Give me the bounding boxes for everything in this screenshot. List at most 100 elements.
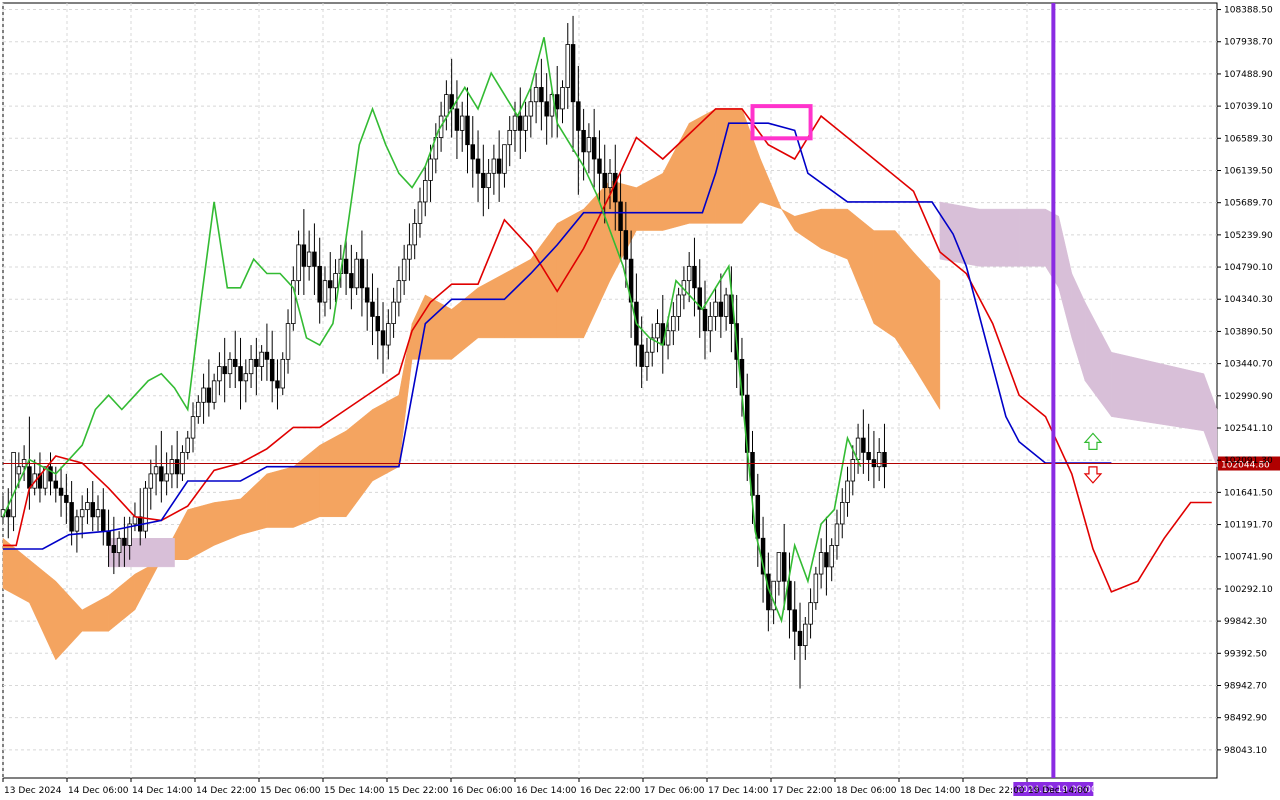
candle-down [576,101,581,131]
candle-down [343,258,349,274]
candle-down [275,380,280,389]
x-tick-label: 17 Dec 06:00 [644,786,705,796]
candle-up [428,158,433,181]
x-tick-label: 16 Dec 22:00 [580,786,641,796]
candle-down [301,244,307,267]
candle-down [269,358,275,382]
candle-up [813,573,819,604]
candle-up [396,280,402,303]
candle-up [507,129,512,146]
chart: 102044.802024.12.19 08:00 108388.5010793… [0,2,1280,796]
candle-down [328,280,333,289]
candle-down [254,358,259,367]
candle-up [839,502,845,525]
y-tick-label: 100292.10 [1224,585,1273,595]
candle-down [264,351,270,360]
candle-up [486,172,491,189]
candle-down [53,480,59,489]
x-tick-label: 14 Dec 06:00 [68,786,129,796]
candle-down [581,129,586,153]
y-tick-label: 104340.30 [1224,295,1273,305]
y-tick-label: 107039.10 [1224,102,1273,112]
grid [2,2,1218,779]
candle-down [312,251,317,267]
candle-down [824,552,829,568]
x-tick-label: 15 Dec 06:00 [260,786,321,796]
candle-up [523,115,528,131]
candle-down [58,487,64,496]
candle-up [391,301,396,324]
candle-up [333,273,338,289]
cloud-segment [319,430,347,518]
candle-down [465,115,470,146]
x-tick-label: 14 Dec 22:00 [196,786,257,796]
x-tick-label: 14 Dec 14:00 [132,786,193,796]
x-tick-label: 15 Dec 22:00 [388,786,449,796]
candle-down [64,494,69,503]
candle-up [803,623,808,647]
candle-up [259,351,264,367]
candle-up [834,523,840,546]
candle-down [597,158,602,174]
y-tick-label: 103890.50 [1224,327,1273,337]
candle-up [79,509,85,518]
y-tick-label: 102091.30 [1224,456,1273,466]
candle-up [285,323,291,360]
candle-up [190,416,196,439]
candle-up [248,358,254,375]
x-tick-label: 18 Dec 14:00 [900,786,961,796]
candle-up [116,537,122,553]
y-tick-label: 107938.70 [1224,38,1273,48]
candle-up [401,258,407,282]
candle-up [845,480,850,503]
x-tick-label: 16 Dec 06:00 [452,786,513,796]
candle-down [496,158,502,174]
candle-up [306,251,312,267]
candle-up [444,94,449,117]
candle-up [74,516,80,532]
x-tick-label: 17 Dec 14:00 [708,786,769,796]
candle-down [591,137,597,160]
y-tick-label: 99842.30 [1224,617,1267,627]
candle-up [713,301,718,317]
candle-up [153,466,159,475]
candle-up [243,373,249,382]
x-tick-label: 15 Dec 14:00 [324,786,385,796]
candle-up [164,473,169,482]
candle-up [850,459,856,482]
x-tick-label: 18 Dec 22:00 [964,786,1025,796]
candle-up [16,466,22,475]
candle-down [349,273,354,289]
candle-up [423,180,428,203]
y-tick-label: 105239.90 [1224,231,1273,241]
candle-up [227,358,233,375]
candle-up [386,323,391,346]
candle-down [639,344,644,367]
candle-up [185,437,190,453]
candle-down [861,437,866,453]
candle-down [618,201,623,231]
cloud-segment-bear [979,208,1020,267]
candle-down [602,172,607,189]
candle-up [85,502,90,511]
candle-up [201,387,206,403]
candle-down [174,459,180,475]
candle-up [665,330,671,346]
candle-down [702,308,708,332]
candle-down [101,509,106,532]
x-tick-label: 16 Dec 14:00 [516,786,577,796]
candle-up [565,44,571,88]
y-tick-label: 101641.50 [1224,488,1273,498]
candle-down [518,115,523,131]
candle-up [560,87,565,110]
cloud-segment-bear [1018,208,1046,267]
candle-up [528,101,534,117]
candle-down [481,172,486,189]
candle-down [544,101,549,117]
y-tick-label: 103440.70 [1224,360,1273,370]
candle-up [322,280,328,303]
candle-up [417,201,423,224]
y-tick-label: 102541.10 [1224,424,1273,434]
candle-up [280,358,285,389]
candle-down [90,502,95,518]
